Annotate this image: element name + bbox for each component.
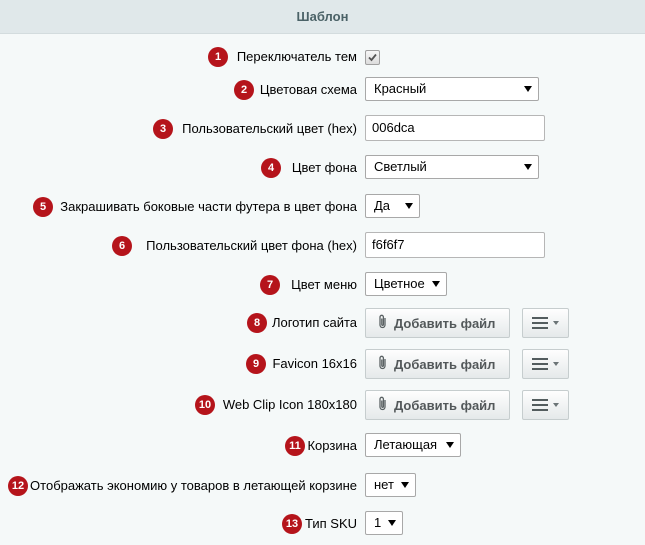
number-badge: 6 xyxy=(112,236,132,256)
cart-type-select[interactable]: Летающая xyxy=(365,433,461,457)
section-header: Шаблон xyxy=(0,0,645,34)
checkmark-icon xyxy=(368,53,377,62)
select-value: нет xyxy=(374,477,394,492)
theme-switcher-checkbox[interactable] xyxy=(365,50,380,65)
row-sku-type: 13 Тип SKU 1 xyxy=(0,509,645,539)
select-value: 1 xyxy=(374,515,382,530)
paperclip-icon xyxy=(378,355,388,373)
dropdown-arrow-icon xyxy=(432,281,440,287)
number-badge: 8 xyxy=(247,313,267,333)
dropdown-arrow-icon xyxy=(524,86,532,92)
row-webclip-icon: 10 Web Clip Icon 180x180 Добавить файл xyxy=(0,390,645,420)
row-custom-color: 3 Пользовательский цвет (hex) 006dca xyxy=(0,114,645,144)
number-badge: 10 xyxy=(195,395,215,415)
row-custom-bg-color: 6 Пользовательский цвет фона (hex) f6f6f… xyxy=(0,231,645,261)
add-logo-file-button[interactable]: Добавить файл xyxy=(365,308,510,338)
number-badge: 12 xyxy=(8,476,28,496)
file-button-label: Добавить файл xyxy=(394,356,496,372)
select-value: Красный xyxy=(374,81,427,96)
row-favicon: 9 Favicon 16x16 Добавить файл xyxy=(0,349,645,379)
number-badge: 3 xyxy=(153,119,173,139)
paperclip-icon xyxy=(378,314,388,332)
field-label: Favicon 16x16 xyxy=(272,356,357,371)
field-label: Логотип сайта xyxy=(271,315,357,330)
number-badge: 1 xyxy=(208,47,228,67)
dropdown-arrow-icon xyxy=(524,164,532,170)
custom-bg-color-input[interactable]: f6f6f7 xyxy=(365,232,545,258)
field-label: Тип SKU xyxy=(304,516,357,531)
hamburger-icon xyxy=(532,355,548,373)
custom-color-input[interactable]: 006dca xyxy=(365,115,545,141)
hamburger-icon xyxy=(532,314,548,332)
menu-color-select[interactable]: Цветное xyxy=(365,272,447,296)
row-footer-sides: 5 Закрашивать боковые части футера в цве… xyxy=(0,192,645,222)
show-savings-select[interactable]: нет xyxy=(365,473,416,497)
section-title: Шаблон xyxy=(296,9,349,24)
caret-down-icon xyxy=(553,403,559,407)
number-badge: 4 xyxy=(261,158,281,178)
caret-down-icon xyxy=(553,362,559,366)
number-badge: 9 xyxy=(246,354,266,374)
row-color-scheme: 2 Цветовая схема Красный xyxy=(0,75,645,105)
webclip-menu-button[interactable] xyxy=(522,390,569,420)
field-label: Цвет фона xyxy=(291,160,357,175)
number-badge: 13 xyxy=(282,514,302,534)
field-label: Web Clip Icon 180x180 xyxy=(222,397,357,412)
select-value: Да xyxy=(374,198,391,213)
field-label: Цвет меню xyxy=(291,277,357,292)
select-value: Светлый xyxy=(374,159,427,174)
dropdown-arrow-icon xyxy=(388,520,396,526)
field-label: Цветовая схема xyxy=(259,82,357,97)
hamburger-icon xyxy=(532,396,548,414)
field-label: Корзина xyxy=(307,438,357,453)
field-label: Пользовательский цвет фона (hex) xyxy=(146,238,357,253)
row-cart: 11 Корзина Летающая xyxy=(0,431,645,461)
field-label: Отображать экономию у товаров в летающей… xyxy=(30,478,357,493)
number-badge: 7 xyxy=(260,275,280,295)
file-button-label: Добавить файл xyxy=(394,315,496,331)
number-badge: 11 xyxy=(285,436,305,456)
dropdown-arrow-icon xyxy=(446,442,454,448)
number-badge: 2 xyxy=(234,80,254,100)
file-button-label: Добавить файл xyxy=(394,397,496,413)
row-theme-switcher: 1 Переключатель тем xyxy=(0,42,645,72)
caret-down-icon xyxy=(553,321,559,325)
field-label: Закрашивать боковые части футера в цвет … xyxy=(60,199,357,214)
background-color-select[interactable]: Светлый xyxy=(365,155,539,179)
paperclip-icon xyxy=(378,396,388,414)
color-scheme-select[interactable]: Красный xyxy=(365,77,539,101)
field-label: Пользовательский цвет (hex) xyxy=(182,121,357,136)
row-menu-color: 7 Цвет меню Цветное xyxy=(0,270,645,300)
add-webclip-file-button[interactable]: Добавить файл xyxy=(365,390,510,420)
logo-menu-button[interactable] xyxy=(522,308,569,338)
select-value: Летающая xyxy=(374,437,438,452)
number-badge: 5 xyxy=(33,197,53,217)
row-site-logo: 8 Логотип сайта Добавить файл xyxy=(0,308,645,338)
row-show-savings: 12 Отображать экономию у товаров в летаю… xyxy=(0,471,645,501)
favicon-menu-button[interactable] xyxy=(522,349,569,379)
row-background-color: 4 Цвет фона Светлый xyxy=(0,153,645,183)
footer-sides-select[interactable]: Да xyxy=(365,194,420,218)
add-favicon-file-button[interactable]: Добавить файл xyxy=(365,349,510,379)
dropdown-arrow-icon xyxy=(405,203,413,209)
sku-type-select[interactable]: 1 xyxy=(365,511,403,535)
dropdown-arrow-icon xyxy=(401,482,409,488)
select-value: Цветное xyxy=(374,276,425,291)
field-label: Переключатель тем xyxy=(236,49,357,64)
